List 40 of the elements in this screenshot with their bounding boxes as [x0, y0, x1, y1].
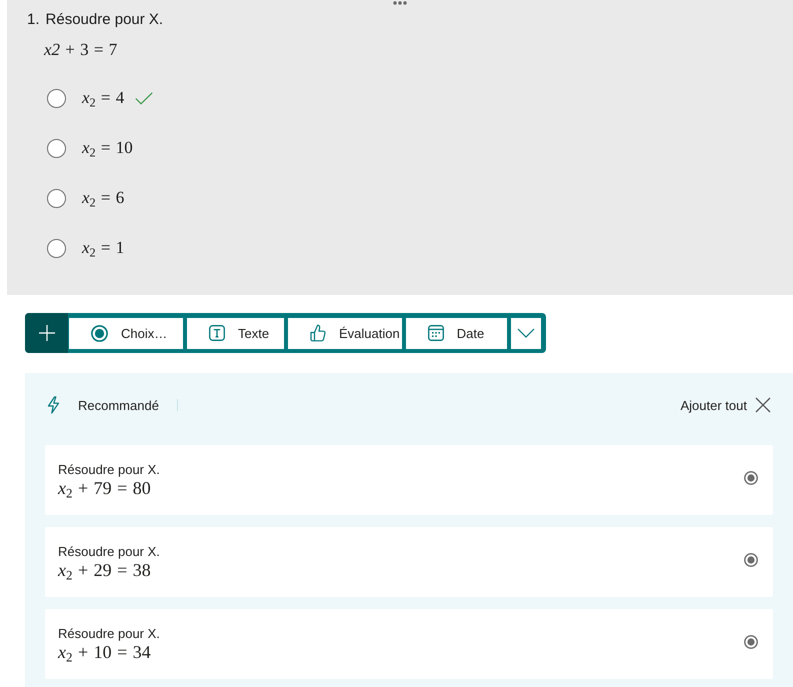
suggestion-card[interactable]: Résoudre pour X. x$_{2}$ + 79 = 80 [45, 445, 773, 515]
suggestion-title: Résoudre pour X. [58, 544, 160, 560]
rating-button[interactable]: Évaluation [288, 318, 402, 348]
plus-icon [38, 325, 54, 341]
lightning-icon [47, 396, 60, 414]
close-icon[interactable] [755, 397, 771, 413]
question-title: Résoudre pour X. [46, 11, 164, 29]
suggestion-card[interactable]: Résoudre pour X. x$_{2}$ + 29 = 38 [45, 527, 773, 597]
suggestion-equation: x$_{2}$ + 29 = 38 [58, 560, 151, 580]
text-button[interactable]: Texte [187, 318, 284, 348]
radio-icon [744, 553, 758, 567]
option-label: x$_{2}$ = 1 [82, 237, 124, 259]
choice-button[interactable]: Choix… [69, 318, 183, 348]
chevron-down-icon [516, 328, 535, 338]
radio-button[interactable] [47, 138, 66, 158]
question-number: 1. [27, 11, 40, 29]
date-button[interactable]: Date [406, 318, 507, 348]
add-all-button[interactable]: Ajouter tout [680, 398, 747, 412]
drag-handle-icon[interactable] [393, 1, 407, 5]
more-button[interactable] [510, 318, 541, 348]
suggestion-equation: x$_{2}$ + 10 = 34 [58, 642, 151, 662]
text-box-icon [209, 325, 225, 341]
suggestion-title: Résoudre pour X. [58, 462, 160, 478]
suggestion-card[interactable]: Résoudre pour X. x$_{2}$ + 10 = 34 [45, 609, 773, 679]
option-label: x$_{2}$ = 4 [82, 87, 124, 109]
suggestion-equation: x$_{2}$ + 79 = 80 [58, 478, 151, 498]
radio-icon [744, 635, 758, 649]
option-label: x$_{2}$ = 10 [82, 137, 133, 159]
panel-title: Recommandé [78, 398, 159, 412]
add-button[interactable] [25, 313, 68, 353]
thumbs-up-icon [310, 324, 326, 342]
radio-button[interactable] [47, 88, 66, 108]
radio-icon [91, 324, 108, 342]
radio-button[interactable] [47, 188, 66, 208]
calendar-icon [428, 325, 444, 341]
suggestion-title: Résoudre pour X. [58, 626, 160, 642]
radio-icon [744, 471, 758, 485]
radio-button[interactable] [47, 238, 66, 258]
question-equation: x2 + 3 = 7 [44, 40, 118, 60]
option-label: x$_{2}$ = 6 [82, 187, 124, 209]
